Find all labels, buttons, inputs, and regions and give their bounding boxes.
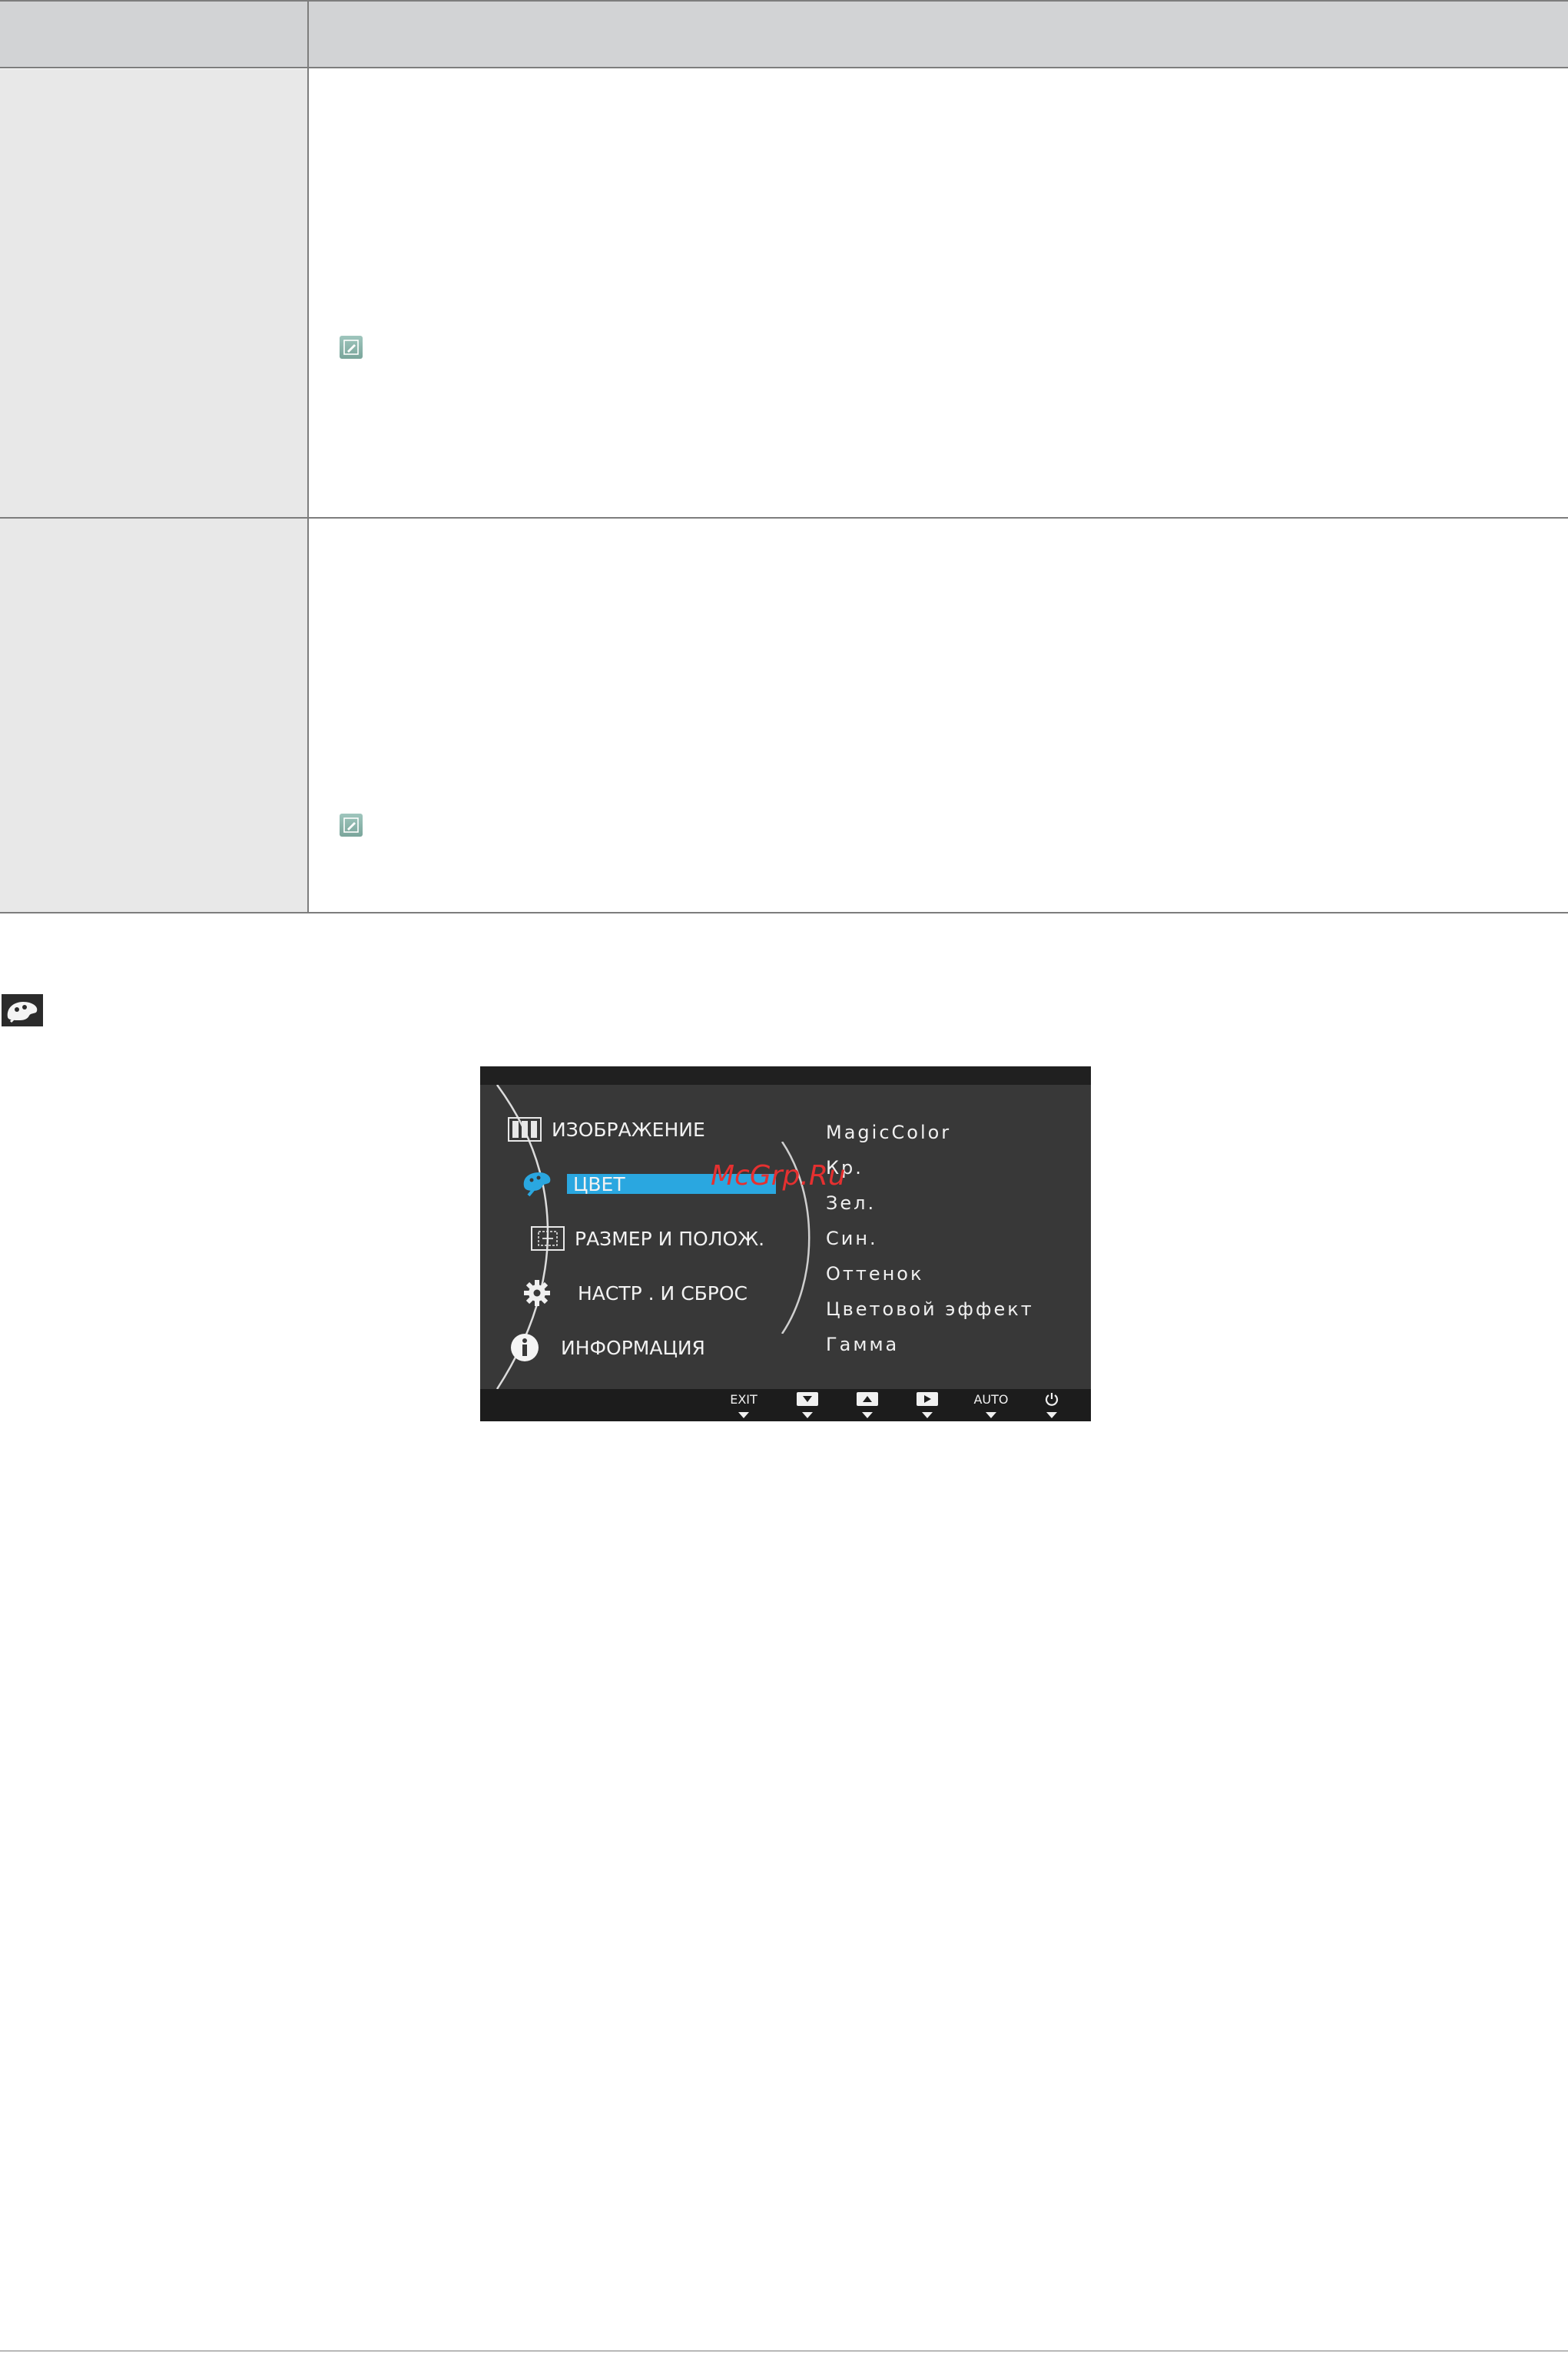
info-icon [507,1332,542,1363]
table-header-cell-1 [0,0,307,68]
table-header-cell-2 [309,0,1568,68]
auto-button[interactable]: AUTO [971,1391,1011,1418]
color-palette-icon [2,994,43,1026]
osd-submenu-green[interactable]: Зел. [826,1192,876,1214]
note-pencil-icon [340,814,363,837]
power-icon [1044,1391,1059,1407]
table-header-divider [0,67,1568,68]
osd-menu-item-setup-reset[interactable]: НАСТР . И СБРОС [519,1278,748,1308]
osd-submenu-color-effect[interactable]: Цветовой эффект [826,1298,1034,1320]
caret-down-icon [738,1412,749,1418]
caret-down-icon [802,1412,813,1418]
osd-menu-item-information[interactable]: ИНФОРМАЦИЯ [507,1332,705,1363]
watermark: McGrp.Ru [711,1160,846,1192]
note-pencil-icon [340,336,363,359]
table-column-divider [307,0,309,913]
right-button[interactable] [914,1391,940,1418]
caret-down-icon [922,1412,933,1418]
osd-menu-item-picture[interactable]: ИЗОБРАЖЕНИЕ [507,1114,705,1145]
table-bottom-border [0,912,1568,913]
osd-submenu-tint[interactable]: Оттенок [826,1263,924,1285]
osd-submenu-blue[interactable]: Син. [826,1228,878,1249]
power-button[interactable] [1039,1391,1065,1418]
osd-top-bar [480,1066,1091,1085]
size-position-icon [530,1223,565,1254]
table-row-2-label [0,519,307,912]
caret-down-icon [862,1412,873,1418]
exit-button[interactable]: EXIT [728,1391,759,1418]
up-button[interactable] [854,1391,880,1418]
table-row-divider [0,517,1568,519]
gear-icon [519,1278,555,1308]
down-button-icon [797,1391,818,1407]
caret-down-icon [1046,1412,1057,1418]
osd-submenu-gamma[interactable]: Гамма [826,1334,899,1355]
osd-submenu-magiccolor[interactable]: MagicColor [826,1122,951,1143]
table-row-1-label [0,69,307,517]
picture-icon [507,1114,542,1145]
color-palette-icon [519,1169,555,1199]
page-footer-rule [0,2350,1568,2352]
right-button-icon [917,1391,938,1407]
down-button[interactable] [794,1391,820,1418]
osd-menu-item-size-position[interactable]: РАЗМЕР И ПОЛОЖ. [530,1223,764,1254]
up-button-icon [857,1391,878,1407]
table-top-border [0,0,1568,2]
osd-menu-item-color[interactable]: ЦВЕТ [519,1169,625,1199]
caret-down-icon [986,1412,996,1418]
